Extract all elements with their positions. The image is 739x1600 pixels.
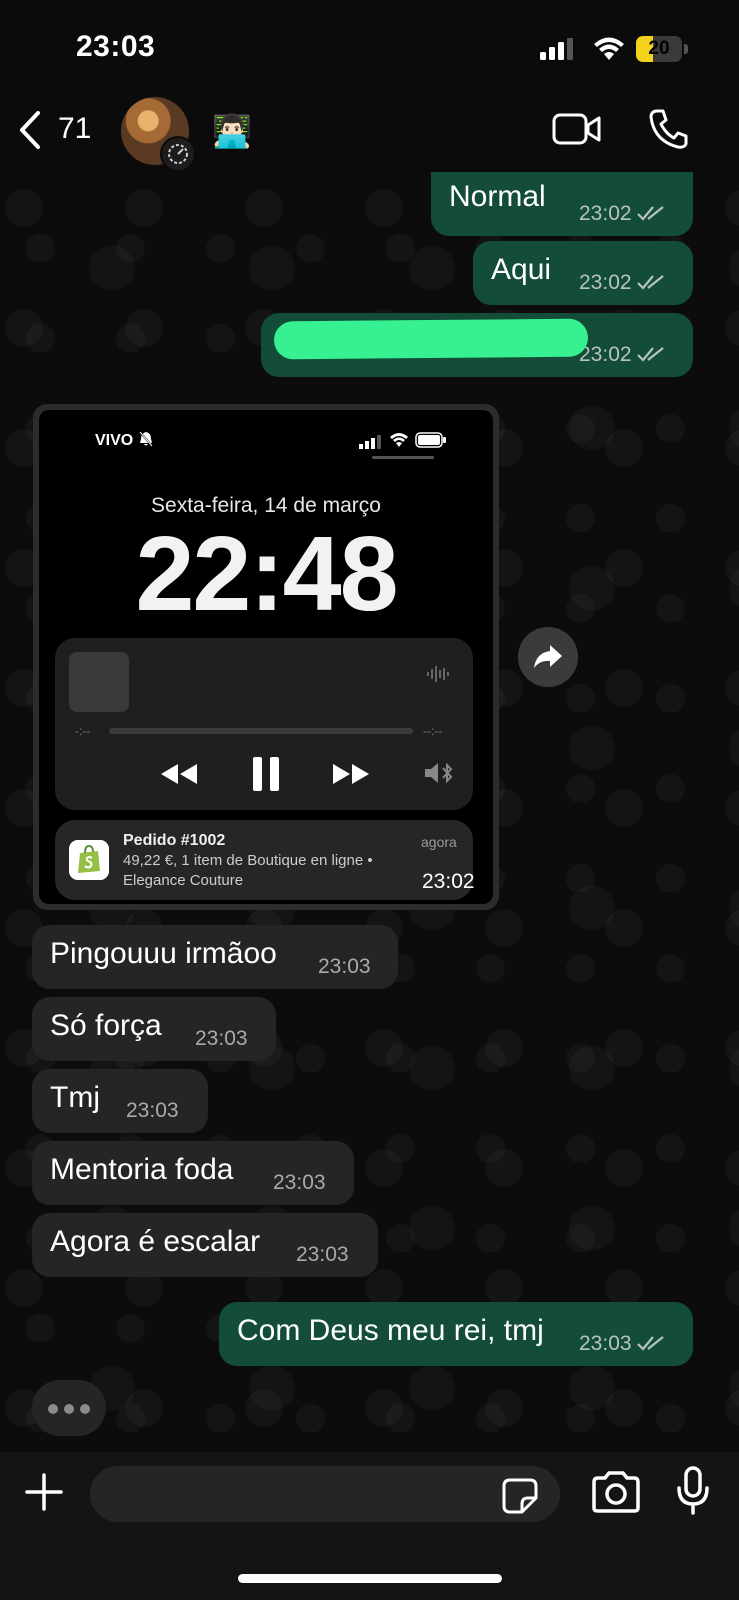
remaining-time: --:-- — [423, 724, 443, 738]
album-art — [69, 652, 129, 712]
message-text: Tmj — [50, 1081, 100, 1114]
fast-forward-icon — [333, 764, 369, 784]
notification-title: Pedido #1002 — [123, 832, 226, 849]
plus-icon[interactable] — [24, 1472, 64, 1512]
message-meta: 23:02 — [579, 202, 666, 226]
notification-body-line2: Elegance Couture — [123, 872, 244, 889]
bell-slash-icon — [139, 431, 153, 447]
rewind-icon — [161, 764, 197, 784]
typing-indicator — [32, 1380, 106, 1436]
battery-indicator: 20 — [636, 36, 688, 62]
message-meta: 23:02 — [579, 271, 666, 295]
incoming-message[interactable]: Agora é escalar 23:03 — [32, 1213, 378, 1277]
incoming-message[interactable]: Só força 23:03 — [32, 997, 276, 1061]
message-input[interactable] — [90, 1466, 560, 1522]
wifi-icon — [594, 37, 624, 60]
read-ticks-icon — [636, 206, 664, 221]
incoming-message[interactable]: Mentoria foda 23:03 — [32, 1141, 354, 1205]
forward-share-icon[interactable] — [518, 627, 578, 687]
image-message-time: 23:02 — [422, 870, 475, 893]
phone-call-icon[interactable] — [648, 108, 688, 150]
message-text: Só força — [50, 1009, 162, 1042]
status-time: 23:03 — [76, 30, 156, 63]
message-text: Mentoria foda — [50, 1153, 234, 1186]
wifi-icon — [390, 433, 408, 447]
outgoing-message[interactable]: Aqui 23:02 — [473, 241, 693, 305]
notification-time: agora — [421, 834, 457, 850]
home-indicator — [238, 1574, 502, 1583]
message-text: Agora é escalar — [50, 1225, 261, 1258]
message-time: 23:03 — [273, 1171, 326, 1194]
message-meta: 23:02 — [579, 343, 666, 367]
waveform-icon — [427, 666, 449, 682]
carrier-label: VIVO — [95, 432, 134, 449]
back-chevron-icon[interactable] — [18, 110, 42, 150]
sticker-icon[interactable] — [502, 1478, 538, 1514]
pause-icon — [253, 757, 279, 791]
timer-badge-icon — [160, 136, 196, 172]
incoming-message[interactable]: Tmj 23:03 — [32, 1069, 208, 1133]
incoming-image-message[interactable]: VIVO Sexta-feira, 14 de março 22:48 -:--… — [33, 404, 499, 910]
shopify-notification: Pedido #1002 49,22 €, 1 item de Boutique… — [55, 820, 473, 900]
status-divider — [372, 456, 434, 459]
incoming-message[interactable]: Pingouuu irmãoo 23:03 — [32, 925, 398, 989]
message-time: 23:03 — [318, 955, 371, 978]
message-time: 23:03 — [296, 1243, 349, 1266]
scrubber — [109, 728, 413, 734]
elapsed-time: -:-- — [75, 724, 91, 738]
message-time: 23:03 — [126, 1099, 179, 1122]
media-player-widget: -:-- --:-- — [55, 638, 473, 810]
contact-name-emoji[interactable]: 👨🏻‍💻 — [212, 112, 252, 150]
read-ticks-icon — [636, 347, 664, 362]
outgoing-message[interactable]: Normal 23:02 — [431, 172, 693, 236]
signal-icon — [540, 38, 573, 60]
message-text: Aqui — [491, 253, 552, 286]
lockscreen-clock: 22:48 — [135, 515, 398, 633]
battery-icon — [415, 432, 446, 448]
read-ticks-icon — [636, 1336, 664, 1351]
unread-count[interactable]: 71 — [58, 112, 91, 146]
speaker-bluetooth-icon — [425, 762, 453, 784]
read-ticks-icon — [636, 275, 664, 290]
video-call-icon[interactable] — [552, 112, 602, 146]
camera-icon[interactable] — [590, 1470, 642, 1514]
outgoing-message[interactable]: Com Deus meu rei, tmj 23:03 — [219, 1302, 693, 1366]
message-text: Normal — [449, 180, 546, 213]
signal-icon — [359, 435, 381, 449]
message-time: 23:03 — [195, 1027, 248, 1050]
message-text: Pingouuu irmãoo — [50, 937, 277, 970]
lockscreen-screenshot[interactable]: VIVO Sexta-feira, 14 de março 22:48 -:--… — [39, 410, 493, 904]
notification-body-line1: 49,22 €, 1 item de Boutique en ligne • — [123, 852, 373, 869]
shopify-bag-icon — [69, 840, 109, 880]
redaction-mark — [273, 318, 589, 360]
message-meta: 23:03 — [579, 1332, 666, 1356]
mic-icon[interactable] — [676, 1466, 710, 1516]
message-text: Com Deus meu rei, tmj — [237, 1314, 544, 1347]
